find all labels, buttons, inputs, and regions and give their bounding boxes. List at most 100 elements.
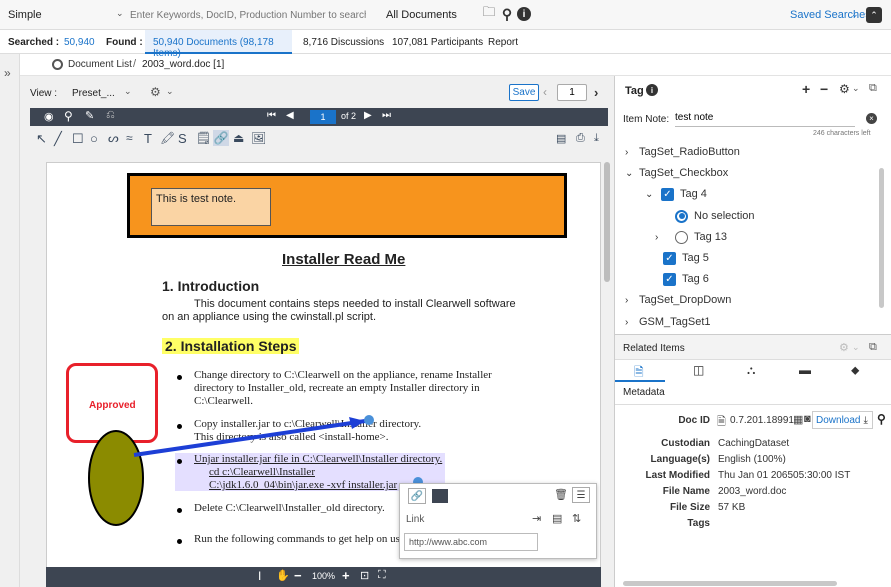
add-icon[interactable]: +: [802, 81, 810, 97]
pan-hand-icon[interactable]: ✋: [276, 569, 290, 582]
chevron-down-icon[interactable]: ⌄: [166, 86, 174, 97]
stamp-tool-icon[interactable]: ⏏: [233, 131, 244, 145]
zoom-out-icon[interactable]: −: [294, 568, 302, 583]
search-input[interactable]: [130, 5, 366, 25]
expand-panel-icon[interactable]: »: [4, 66, 11, 80]
stamp-icon[interactable]: ⎌: [106, 109, 115, 122]
scope-select[interactable]: All Documents: [386, 9, 457, 21]
tab-participants[interactable]: 107,081 Participants: [392, 37, 483, 48]
strikethrough-icon[interactable]: S: [178, 131, 187, 146]
checkbox-checked-icon[interactable]: ✓: [663, 272, 676, 286]
info-icon[interactable]: i: [517, 7, 531, 21]
zoom-in-icon[interactable]: +: [342, 568, 350, 583]
prev-page-icon[interactable]: ◀: [286, 110, 294, 121]
item-note-input[interactable]: [675, 109, 855, 127]
polyline-icon[interactable]: ≈: [126, 131, 133, 145]
freehand-icon[interactable]: ᔕ: [108, 131, 119, 145]
ellipse-annotation[interactable]: [88, 430, 144, 526]
doc-page-input[interactable]: [557, 84, 587, 101]
popout-icon[interactable]: ⧉: [869, 82, 877, 95]
breadcrumb-root[interactable]: Document List: [68, 59, 132, 70]
settings-icon[interactable]: ⚙: [839, 341, 849, 354]
columns-icon[interactable]: ◫: [693, 363, 704, 377]
sticky-note-icon[interactable]: 🗒: [196, 131, 211, 145]
radio-unselected-icon[interactable]: [675, 230, 688, 244]
tagset-gsm[interactable]: › GSM_TagSet1: [625, 312, 711, 332]
settings-icon[interactable]: ⚙: [839, 82, 850, 96]
tagset-radiobutton[interactable]: › TagSet_RadioButton: [625, 142, 740, 162]
open-link-icon[interactable]: ⇥: [532, 512, 541, 525]
pen-icon[interactable]: ✎: [85, 109, 94, 122]
folder-icon[interactable]: 🗀: [482, 4, 496, 22]
metadata-horizontal-scrollbar[interactable]: [623, 581, 837, 586]
print-icon[interactable]: ⎙: [576, 132, 585, 145]
fit-page-icon[interactable]: ⊡: [360, 569, 369, 582]
comment-icon[interactable]: ▤: [556, 132, 566, 145]
list-icon[interactable]: ☰: [572, 487, 590, 503]
chevron-down-icon[interactable]: ⌄: [852, 342, 860, 353]
arrow-annotation[interactable]: [133, 419, 366, 457]
tagset-checkbox[interactable]: ⌄ TagSet_Checkbox: [625, 163, 728, 183]
info-icon[interactable]: i: [646, 84, 658, 96]
tagset-dropdown[interactable]: › TagSet_DropDown: [625, 290, 731, 310]
search-mode-select[interactable]: Simple: [8, 9, 42, 21]
download-icon[interactable]: ⤓: [594, 132, 599, 145]
link-icon[interactable]: 🔗: [408, 488, 426, 504]
arrow-handle[interactable]: [364, 415, 374, 425]
tab-discussions[interactable]: 8,716 Discussions: [303, 37, 384, 48]
radio-selected-icon[interactable]: [675, 209, 688, 223]
fullscreen-icon[interactable]: ⛶: [378, 569, 386, 582]
camera-icon[interactable]: ◙: [804, 413, 811, 425]
next-page-icon[interactable]: ▶: [364, 110, 372, 121]
comment-icon[interactable]: ▤: [552, 512, 562, 525]
tab-documents[interactable]: 50,940 Documents (98,178 Items): [145, 30, 292, 59]
tag-13[interactable]: › Tag 13: [655, 227, 727, 247]
delete-icon[interactable]: 🗑: [554, 488, 568, 501]
chevron-right-icon[interactable]: ›: [625, 317, 639, 328]
chevron-down-icon[interactable]: ⌄: [645, 189, 661, 200]
chevron-right-icon[interactable]: ›: [625, 295, 639, 306]
link-url-input[interactable]: [404, 533, 538, 551]
saved-searches-link[interactable]: Saved Searches: [790, 9, 871, 21]
chevron-right-icon[interactable]: ›: [625, 147, 639, 158]
settings-icon[interactable]: ⚙: [150, 85, 161, 99]
next-doc-icon[interactable]: ›: [594, 85, 598, 100]
viewer-scrollbar[interactable]: [604, 162, 610, 282]
tag-5[interactable]: ✓ Tag 5: [663, 248, 709, 268]
chevron-down-icon[interactable]: ⌄: [852, 83, 860, 94]
search-icon[interactable]: ⚲: [64, 109, 73, 123]
text-cursor-icon[interactable]: I: [258, 569, 261, 583]
checkbox-checked-icon[interactable]: ✓: [661, 187, 674, 201]
rectangle-icon[interactable]: ☐: [72, 131, 84, 147]
link-icon[interactable]: 🔗: [213, 130, 229, 146]
search-icon[interactable]: ⚲: [500, 5, 514, 23]
prev-doc-icon[interactable]: ‹: [543, 85, 547, 99]
download-button[interactable]: Download ⤓: [812, 411, 873, 429]
tab-metadata[interactable]: 🗎: [615, 360, 665, 382]
chevron-down-icon[interactable]: ⌄: [116, 8, 124, 19]
checkbox-checked-icon[interactable]: ✓: [663, 251, 676, 265]
tag-no-selection[interactable]: No selection: [675, 206, 755, 226]
text-icon[interactable]: T: [144, 131, 152, 146]
eye-icon[interactable]: ◉: [44, 110, 54, 123]
back-icon[interactable]: [52, 59, 63, 70]
chevron-right-icon[interactable]: ›: [655, 232, 675, 243]
folder-icon[interactable]: ▬: [799, 363, 811, 377]
chevron-down-icon[interactable]: ⌄: [625, 168, 639, 179]
color-swatch[interactable]: [432, 489, 448, 503]
popout-icon[interactable]: ⧉: [869, 341, 877, 354]
ellipse-icon[interactable]: ○: [90, 131, 98, 146]
first-page-icon[interactable]: ⏮: [267, 110, 276, 121]
tag-6[interactable]: ✓ Tag 6: [663, 269, 709, 289]
tag-4[interactable]: ⌄ ✓ Tag 4: [645, 184, 707, 204]
chevron-down-icon[interactable]: ⌄: [124, 86, 132, 97]
page-number-input[interactable]: 1: [310, 110, 336, 124]
chevron-down-icon[interactable]: ⌄: [851, 9, 859, 20]
remove-icon[interactable]: −: [820, 81, 828, 97]
last-page-icon[interactable]: ⏭: [382, 110, 391, 121]
save-button[interactable]: Save: [509, 84, 539, 101]
tab-report[interactable]: Report: [488, 37, 518, 48]
tag-scrollbar[interactable]: [879, 168, 884, 308]
tag-icon[interactable]: ⬥: [851, 363, 859, 378]
search-icon[interactable]: ⚲: [877, 412, 886, 426]
